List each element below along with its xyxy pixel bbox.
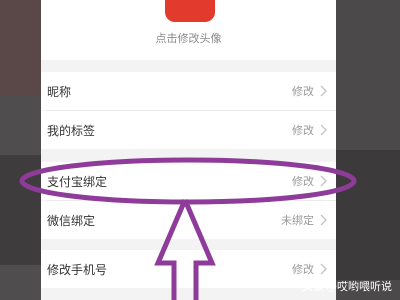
background-blur-red (0, 0, 41, 95)
chevron-right-icon (318, 84, 330, 98)
background-blur-dark-right (336, 150, 400, 280)
chevron-right-icon (318, 213, 330, 227)
row-label: 微信绑定 (47, 213, 96, 228)
chevron-right-icon (318, 123, 330, 137)
chevron-right-icon (318, 262, 330, 276)
row-label: 昵称 (47, 84, 72, 99)
chevron-right-icon (318, 174, 330, 188)
row-value: 修改 (292, 85, 314, 98)
row-label: 我的标签 (47, 123, 96, 138)
settings-row-change-phone[interactable]: 修改手机号 修改 (41, 250, 336, 288)
row-label: 支付宝绑定 (47, 174, 108, 189)
background-left (0, 0, 41, 300)
settings-row-wechat-binding[interactable]: 微信绑定 未绑定 (41, 201, 336, 239)
avatar-hint[interactable]: 点击修改头像 (41, 30, 336, 46)
row-value: 修改 (292, 263, 314, 276)
watermark-account: @哎哟喂听说 (326, 280, 392, 293)
avatar[interactable] (165, 0, 215, 22)
watermark: 头条 @哎哟喂听说 (302, 278, 392, 294)
settings-row-my-tags[interactable]: 我的标签 修改 (41, 111, 336, 149)
background-blur-dark (0, 155, 41, 265)
profile-settings-panel: 点击修改头像 昵称 修改 我的标签 修改 支付宝绑定 修改 微信绑定 未绑定 修 (41, 0, 336, 300)
row-value: 未绑定 (281, 214, 314, 227)
settings-row-nickname[interactable]: 昵称 修改 (41, 72, 336, 110)
row-label: 修改手机号 (47, 262, 108, 277)
watermark-logo: 头条 (302, 280, 324, 293)
row-value: 修改 (292, 124, 314, 137)
background-right (336, 0, 400, 300)
row-value: 修改 (292, 175, 314, 188)
settings-row-alipay-binding[interactable]: 支付宝绑定 修改 (41, 162, 336, 200)
avatar-header: 点击修改头像 (41, 0, 336, 60)
